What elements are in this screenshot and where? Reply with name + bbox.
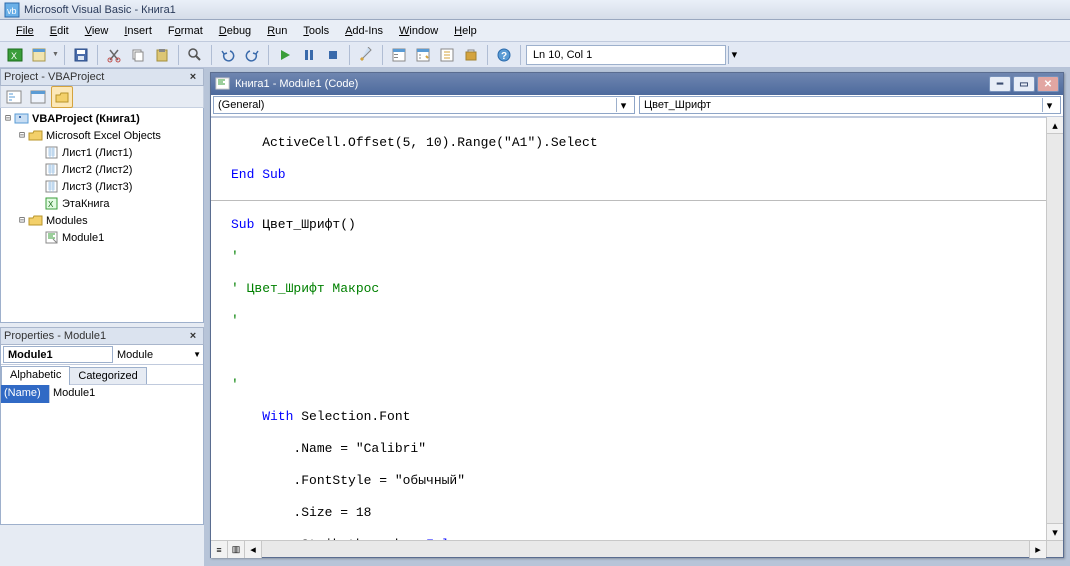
properties-panel-header: Properties - Module1 × — [0, 327, 204, 345]
undo-button[interactable] — [217, 44, 239, 66]
object-browser-button[interactable] — [436, 44, 458, 66]
project-explorer-button[interactable] — [388, 44, 410, 66]
project-panel-title: Project - VBAProject — [4, 71, 104, 83]
app-icon: vb — [4, 2, 20, 18]
view-object-button[interactable] — [27, 86, 49, 108]
menu-window[interactable]: Window — [391, 23, 446, 39]
menu-tools[interactable]: Tools — [295, 23, 337, 39]
save-button[interactable] — [70, 44, 92, 66]
chevron-down-icon: ▾ — [616, 98, 630, 112]
procedure-view-button[interactable]: ≡ — [211, 541, 228, 558]
menu-edit[interactable]: Edit — [42, 23, 77, 39]
minimize-button[interactable]: ━ — [989, 76, 1011, 92]
tree-root-label: VBAProject (Книга1) — [32, 113, 140, 125]
tree-module1[interactable]: Module1 — [2, 229, 202, 246]
properties-object-selector[interactable]: Module1 Module ▼ — [1, 345, 203, 365]
paste-button[interactable] — [151, 44, 173, 66]
design-mode-button[interactable] — [355, 44, 377, 66]
code-window-title-bar[interactable]: Книга1 - Module1 (Code) ━ ▭ ✕ — [211, 73, 1063, 95]
lncol-dropdown[interactable]: ▾ — [728, 46, 740, 64]
close-button[interactable]: ✕ — [1037, 76, 1059, 92]
menu-addins[interactable]: Add-Ins — [337, 23, 391, 39]
tree-folder-modules-label: Modules — [46, 215, 88, 227]
vertical-scrollbar[interactable]: ▴ ▾ — [1046, 117, 1063, 540]
insert-userform-button[interactable] — [28, 44, 50, 66]
properties-tab-alphabetic[interactable]: Alphabetic — [1, 366, 70, 385]
project-toolbar — [0, 86, 204, 108]
window-title: Microsoft Visual Basic - Книга1 — [24, 4, 176, 16]
property-name-cell: (Name) — [1, 385, 50, 403]
line-column-indicator: Ln 10, Col 1 — [526, 45, 726, 65]
code-window: Книга1 - Module1 (Code) ━ ▭ ✕ (General) … — [210, 72, 1064, 558]
procedure-combo[interactable]: Цвет_Шрифт ▾ — [639, 96, 1061, 114]
menu-format[interactable]: Format — [160, 23, 211, 39]
menu-insert[interactable]: Insert — [116, 23, 160, 39]
mdi-area: Книга1 - Module1 (Code) ━ ▭ ✕ (General) … — [204, 68, 1070, 566]
tree-folder-modules[interactable]: ⊟ Modules — [2, 212, 202, 229]
tree-sheet-1[interactable]: Лист1 (Лист1) — [2, 144, 202, 161]
horizontal-scrollbar[interactable]: ◂ ▸ — [245, 541, 1046, 557]
chevron-down-icon: ▾ — [1042, 98, 1056, 112]
view-code-button[interactable] — [3, 86, 25, 108]
property-value-cell[interactable]: Module1 — [50, 385, 203, 403]
cut-button[interactable] — [103, 44, 125, 66]
tree-thisworkbook[interactable]: X ЭтаКнига — [2, 195, 202, 212]
svg-text:?: ? — [501, 51, 507, 62]
full-module-view-button[interactable]: ▥ — [228, 541, 245, 558]
find-button[interactable] — [184, 44, 206, 66]
menu-debug[interactable]: Debug — [211, 23, 259, 39]
help-button[interactable]: ? — [493, 44, 515, 66]
toolbar: X ▼ ? Ln 10, Col 1 ▾ — [0, 42, 1070, 68]
menu-file[interactable]: File — [8, 23, 42, 39]
tree-sheet-3[interactable]: Лист3 (Лист3) — [2, 178, 202, 195]
view-excel-button[interactable]: X — [4, 44, 26, 66]
title-bar: vb Microsoft Visual Basic - Книга1 — [0, 0, 1070, 20]
project-panel-header: Project - VBAProject × — [0, 68, 204, 86]
tree-folder-excel[interactable]: ⊟ Microsoft Excel Objects — [2, 127, 202, 144]
project-panel-close[interactable]: × — [186, 70, 200, 84]
object-combo[interactable]: (General) ▾ — [213, 96, 635, 114]
toolbox-button[interactable] — [460, 44, 482, 66]
scroll-left-button[interactable]: ◂ — [245, 541, 262, 558]
run-button[interactable] — [274, 44, 296, 66]
maximize-button[interactable]: ▭ — [1013, 76, 1035, 92]
code-window-title: Книга1 - Module1 (Code) — [235, 78, 358, 90]
svg-text:vb: vb — [7, 6, 17, 16]
menu-view[interactable]: View — [77, 23, 117, 39]
menu-bar: File Edit View Insert Format Debug Run T… — [0, 20, 1070, 42]
scroll-up-button[interactable]: ▴ — [1047, 117, 1063, 134]
code-editor[interactable]: ActiveCell.Offset(5, 10).Range("A1").Sel… — [211, 117, 1046, 540]
properties-panel-close[interactable]: × — [186, 329, 200, 343]
tree-root[interactable]: ⊟ VBAProject (Книга1) — [2, 110, 202, 127]
break-button[interactable] — [298, 44, 320, 66]
tree-folder-excel-label: Microsoft Excel Objects — [46, 130, 161, 142]
scroll-right-button[interactable]: ▸ — [1029, 541, 1046, 558]
reset-button[interactable] — [322, 44, 344, 66]
menu-run[interactable]: Run — [259, 23, 295, 39]
lncol-text: Ln 10, Col 1 — [533, 49, 592, 61]
menu-help[interactable]: Help — [446, 23, 485, 39]
copy-button[interactable] — [127, 44, 149, 66]
toggle-folders-button[interactable] — [51, 86, 73, 108]
properties-panel-title: Properties - Module1 — [4, 330, 106, 342]
svg-text:X: X — [48, 200, 54, 209]
properties-button[interactable] — [412, 44, 434, 66]
redo-button[interactable] — [241, 44, 263, 66]
tree-sheet-2[interactable]: Лист2 (Лист2) — [2, 161, 202, 178]
project-tree[interactable]: ⊟ VBAProject (Книга1) ⊟ Microsoft Excel … — [0, 108, 204, 323]
code-window-icon — [215, 77, 231, 91]
scroll-down-button[interactable]: ▾ — [1047, 523, 1063, 540]
property-row[interactable]: (Name) Module1 — [1, 385, 203, 403]
properties-tab-categorized[interactable]: Categorized — [69, 367, 146, 384]
svg-text:X: X — [11, 51, 17, 61]
